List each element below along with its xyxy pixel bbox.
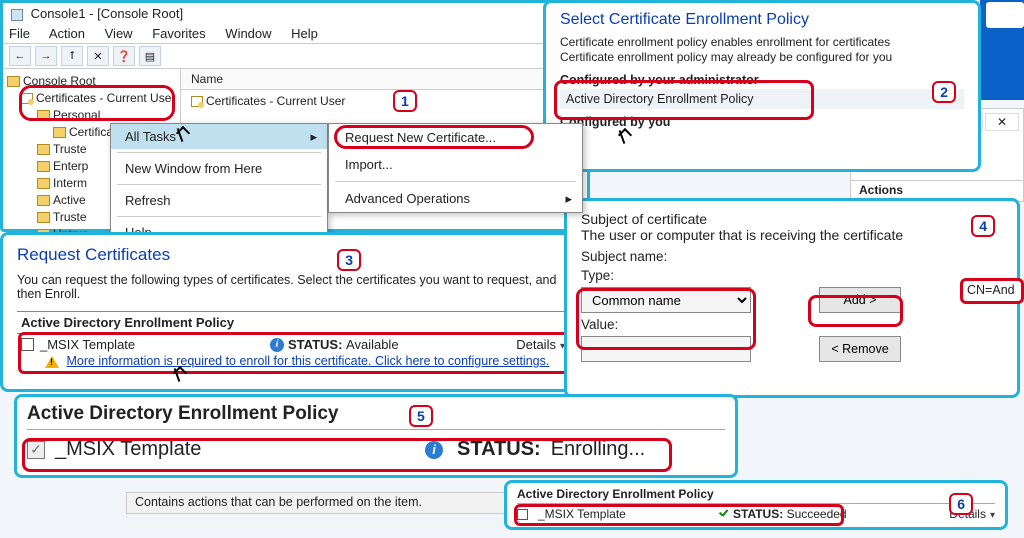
subject-title: Subject of certificate — [581, 211, 1003, 227]
folder-icon — [37, 144, 50, 155]
cn-value-chip: CN=And — [960, 278, 1024, 304]
menu-import[interactable]: Import... — [329, 151, 582, 178]
app-icon — [11, 9, 23, 21]
details-toggle[interactable]: Details▾ — [516, 337, 565, 352]
status-value: Available — [346, 337, 399, 352]
status-label: STATUS: — [733, 507, 783, 521]
enrollment-policy-desc: Certificate enrollment policy enables en… — [560, 35, 964, 65]
menu-help[interactable]: Help — [291, 26, 318, 41]
template-name: _MSIX Template — [40, 337, 270, 352]
enrolling-panel: Active Directory Enrollment Policy 5 ✓ _… — [14, 394, 738, 478]
template-name: _MSIX Template — [538, 507, 718, 521]
forward-button[interactable]: → — [35, 46, 57, 66]
type-select[interactable]: Common name — [581, 287, 751, 313]
section-configured-by-you: Configured by you — [560, 115, 964, 129]
menu-favorites[interactable]: Favorites — [152, 26, 205, 41]
tree-personal[interactable]: Personal — [7, 107, 176, 124]
folder-icon — [37, 212, 50, 223]
menu-separator — [117, 216, 321, 217]
status-value: Enrolling... — [551, 438, 646, 461]
template-row[interactable]: _MSIX Template i STATUS: Available Detai… — [17, 334, 569, 352]
folder-icon — [53, 127, 66, 138]
up-button[interactable]: ⭡ — [61, 46, 83, 66]
step-marker: 6 — [949, 493, 973, 515]
folder-icon — [37, 161, 50, 172]
request-certificates-panel: Request Certificates 3 You can request t… — [0, 232, 586, 392]
context-submenu[interactable]: Request New Certificate... Import... Adv… — [328, 123, 583, 213]
section-configured-by-admin: Configured by your administrator — [560, 73, 964, 87]
remove-button[interactable]: < Remove — [819, 336, 901, 362]
step-marker: 4 — [971, 215, 995, 237]
succeeded-panel: Active Directory Enrollment Policy _MSIX… — [504, 480, 1008, 530]
subject-name-label: Subject name: — [581, 249, 1003, 264]
checkbox-checked[interactable]: ✓ — [27, 441, 45, 459]
certificate-icon — [21, 93, 33, 104]
subject-panel: Subject of certificate The user or compu… — [564, 198, 1020, 398]
add-button[interactable]: Add > — [819, 287, 901, 313]
logo-placeholder — [986, 2, 1024, 28]
warning-icon — [45, 356, 59, 368]
status-value: Succeeded — [787, 507, 847, 521]
menu-separator — [117, 184, 321, 185]
menu-file[interactable]: File — [9, 26, 30, 41]
step-marker: 5 — [409, 405, 433, 427]
delete-button[interactable]: ✕ — [87, 46, 109, 66]
warning-row[interactable]: More information is required to enroll f… — [17, 352, 569, 368]
policy-header: Active Directory Enrollment Policy — [27, 403, 725, 430]
list-item-certs[interactable]: Certificates - Current User — [181, 90, 587, 112]
close-button[interactable]: ✕ — [985, 113, 1019, 131]
folder-icon — [7, 76, 20, 87]
subject-subtitle: The user or computer that is receiving t… — [581, 227, 1003, 243]
column-header-name[interactable]: Name — [181, 69, 587, 90]
chevron-right-icon: ▸ — [565, 191, 572, 207]
template-name: _MSIX Template — [55, 438, 415, 461]
toolbar: ← → ⭡ ✕ ❓ ▤ — [3, 43, 587, 69]
menu-new-window[interactable]: New Window from Here — [111, 156, 327, 181]
menu-request-new-certificate[interactable]: Request New Certificate... — [329, 124, 582, 151]
menu-view[interactable]: View — [105, 26, 133, 41]
value-label: Value: — [581, 317, 1003, 332]
menu-action[interactable]: Action — [49, 26, 85, 41]
request-certificates-title: Request Certificates — [17, 245, 569, 265]
menu-bar[interactable]: File Action View Favorites Window Help — [3, 24, 587, 43]
status-label: STATUS: — [288, 337, 342, 352]
tree-certs[interactable]: Certificates - Current User — [7, 90, 176, 107]
enrollment-policy-title: Select Certificate Enrollment Policy — [560, 11, 964, 29]
step-marker: 2 — [932, 81, 956, 103]
policy-header: Active Directory Enrollment Policy — [17, 311, 569, 334]
menu-refresh[interactable]: Refresh — [111, 188, 327, 213]
adep-item[interactable]: Active Directory Enrollment Policy — [560, 89, 964, 109]
enrollment-policy-panel: Select Certificate Enrollment Policy Cer… — [543, 0, 981, 172]
value-input[interactable] — [581, 336, 751, 362]
status-label: STATUS: — [457, 438, 541, 461]
info-icon: i — [270, 338, 284, 352]
configure-link[interactable]: More information is required to enroll f… — [66, 354, 549, 368]
check-icon — [718, 508, 730, 520]
back-button[interactable]: ← — [9, 46, 31, 66]
chevron-right-icon: ▸ — [310, 129, 317, 145]
checkbox[interactable] — [517, 509, 528, 520]
menu-advanced-operations[interactable]: Advanced Operations▸ — [329, 185, 582, 212]
step-marker: 3 — [337, 249, 361, 271]
context-menu[interactable]: All Tasks▸ New Window from Here Refresh … — [110, 123, 328, 246]
properties-button[interactable]: ▤ — [139, 46, 161, 66]
folder-icon — [37, 178, 50, 189]
type-label: Type: — [581, 268, 1003, 283]
window-title: Console1 - [Console Root] — [3, 3, 587, 24]
menu-separator — [117, 152, 321, 153]
info-icon: i — [425, 441, 443, 459]
step-marker: 1 — [393, 90, 417, 112]
chevron-down-icon: ▾ — [990, 510, 995, 521]
folder-icon — [37, 195, 50, 206]
request-certificates-desc: You can request the following types of c… — [17, 273, 569, 301]
help-button[interactable]: ❓ — [113, 46, 135, 66]
certificate-icon — [191, 96, 203, 107]
tree-root[interactable]: Console Root — [7, 73, 176, 90]
policy-header: Active Directory Enrollment Policy — [517, 487, 995, 504]
checkbox[interactable] — [21, 338, 34, 351]
menu-all-tasks[interactable]: All Tasks▸ — [111, 124, 327, 149]
folder-icon — [37, 110, 50, 121]
menu-window[interactable]: Window — [225, 26, 271, 41]
menu-separator — [335, 181, 576, 182]
